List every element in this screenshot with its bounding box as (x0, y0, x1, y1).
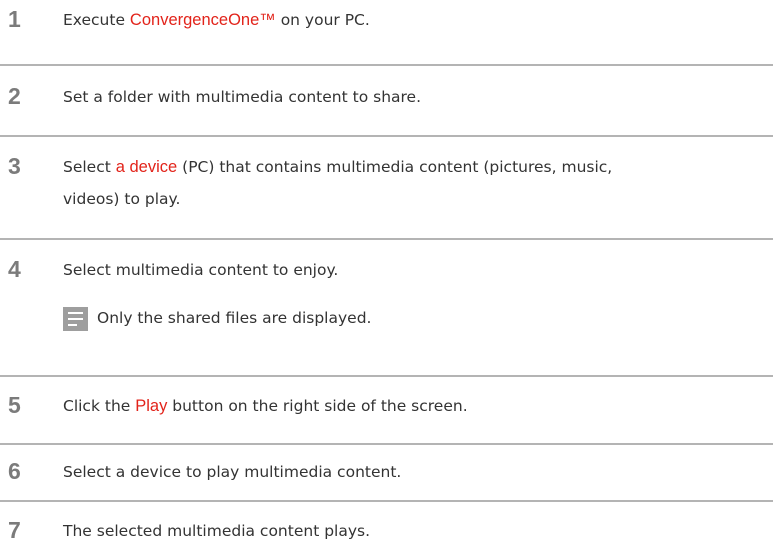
play-button-highlight: Play (135, 397, 168, 415)
step-number: 4 (8, 256, 21, 282)
step-text: Select a device (PC) that contains multi… (63, 153, 773, 181)
step-divider (0, 238, 773, 240)
step-text-line-2: videos) to play. (63, 190, 181, 208)
step-text-post: (PC) that contains multimedia content (p… (177, 158, 613, 176)
step-divider (0, 64, 773, 66)
step-number: 3 (8, 153, 21, 179)
note-box: Only the shared files are displayed. (63, 307, 763, 335)
step-text: Select multimedia content to enjoy. (63, 261, 339, 279)
step-text: Click the Play button on the right side … (63, 392, 773, 420)
step-text-post: button on the right side of the screen. (167, 397, 468, 415)
step-number: 1 (8, 6, 21, 32)
step-divider (0, 135, 773, 137)
step-divider (0, 500, 773, 502)
step-text-pre: Select (63, 158, 116, 176)
app-name-highlight: ConvergenceOne™ (129, 11, 276, 29)
device-highlight: a device (115, 158, 178, 176)
note-icon (63, 307, 88, 331)
step-number: 7 (8, 517, 21, 543)
step-text: The selected multimedia content plays. (63, 522, 371, 540)
step-number: 5 (8, 392, 21, 418)
note-text: Only the shared files are displayed. (97, 309, 372, 327)
step-text-pre: Execute (63, 11, 130, 29)
step-text: Execute ConvergenceOne™ on your PC. (63, 6, 773, 34)
step-text-pre: Click the (63, 397, 136, 415)
step-divider (0, 375, 773, 377)
step-divider (0, 443, 773, 445)
step-number: 6 (8, 458, 21, 484)
step-text-post: on your PC. (275, 11, 370, 29)
step-text: Select a device to play multimedia conte… (63, 463, 402, 481)
step-number: 2 (8, 83, 21, 109)
step-text: Set a folder with multimedia content to … (63, 88, 422, 106)
